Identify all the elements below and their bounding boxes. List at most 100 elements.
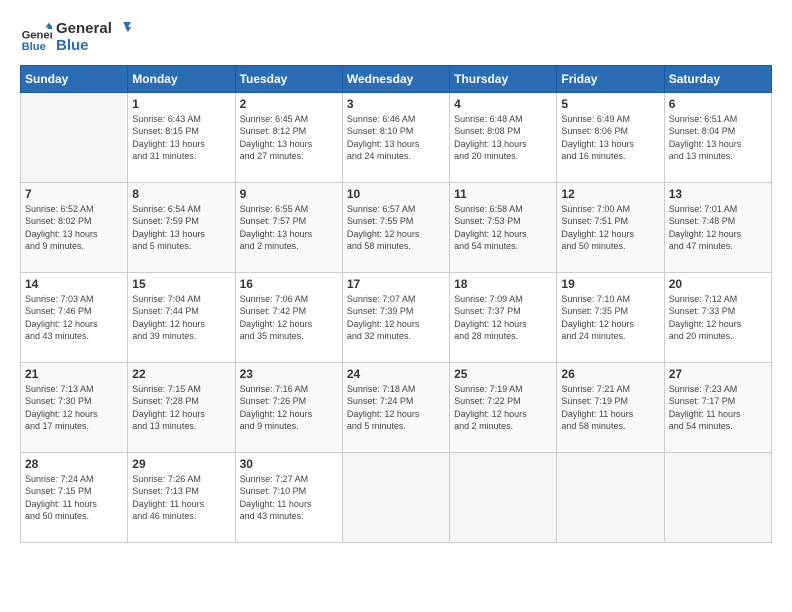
day-info: Sunrise: 6:48 AM Sunset: 8:08 PM Dayligh…: [454, 113, 552, 163]
calendar-cell: 23Sunrise: 7:16 AM Sunset: 7:26 PM Dayli…: [235, 362, 342, 452]
day-number: 23: [240, 367, 338, 381]
day-number: 20: [669, 277, 767, 291]
calendar-cell: 12 Sunrise: 7:00 AM Sunset: 7:51 PM Dayli…: [557, 182, 664, 272]
day-info: Sunrise: 7:04 AM Sunset: 7:44 PM Dayligh…: [132, 293, 230, 343]
day-info: Sunrise: 6:51 AM Sunset: 8:04 PM Dayligh…: [669, 113, 767, 163]
weekday-header-saturday: Saturday: [664, 65, 771, 92]
day-number: 28: [25, 457, 123, 471]
day-info: Sunrise: 6:45 AM Sunset: 8:12 PM Dayligh…: [240, 113, 338, 163]
weekday-header-thursday: Thursday: [450, 65, 557, 92]
calendar-cell: [557, 452, 664, 542]
day-number: 1: [132, 97, 230, 111]
day-info: Sunrise: 7:26 AM Sunset: 7:13 PM Dayligh…: [132, 473, 230, 523]
svg-text:Blue: Blue: [22, 41, 46, 53]
calendar-cell: 7Sunrise: 6:52 AM Sunset: 8:02 PM Daylig…: [21, 182, 128, 272]
calendar-cell: 1 Sunrise: 6:43 AM Sunset: 8:15 PM Daylig…: [128, 92, 235, 182]
calendar-cell: 22 Sunrise: 7:15 AM Sunset: 7:28 PM Dayli…: [128, 362, 235, 452]
day-info: Sunrise: 6:46 AM Sunset: 8:10 PM Dayligh…: [347, 113, 445, 163]
calendar-cell: 8Sunrise: 6:54 AM Sunset: 7:59 PM Daylig…: [128, 182, 235, 272]
calendar-week-5: 28 Sunrise: 7:24 AM Sunset: 7:15 PM Dayli…: [21, 452, 772, 542]
day-info: Sunrise: 6:57 AM Sunset: 7:55 PM Dayligh…: [347, 203, 445, 253]
day-info: Sunrise: 7:01 AM Sunset: 7:48 PM Dayligh…: [669, 203, 767, 253]
day-number: 25: [454, 367, 552, 381]
day-info: Sunrise: 6:49 AM Sunset: 8:06 PM Dayligh…: [561, 113, 659, 163]
calendar-cell: 13 Sunrise: 7:01 AM Sunset: 7:48 PM Dayli…: [664, 182, 771, 272]
svg-text:General: General: [22, 30, 52, 42]
calendar-cell: [664, 452, 771, 542]
weekday-header-monday: Monday: [128, 65, 235, 92]
day-number: 21: [25, 367, 123, 381]
calendar-cell: 3 Sunrise: 6:46 AM Sunset: 8:10 PM Daylig…: [342, 92, 449, 182]
day-number: 24: [347, 367, 445, 381]
day-number: 22: [132, 367, 230, 381]
calendar-cell: 16 Sunrise: 7:06 AM Sunset: 7:42 PM Dayli…: [235, 272, 342, 362]
calendar-cell: 28 Sunrise: 7:24 AM Sunset: 7:15 PM Dayli…: [21, 452, 128, 542]
calendar-cell: 29 Sunrise: 7:26 AM Sunset: 7:13 PM Dayli…: [128, 452, 235, 542]
calendar-cell: 15 Sunrise: 7:04 AM Sunset: 7:44 PM Dayli…: [128, 272, 235, 362]
day-number: 16: [240, 277, 338, 291]
day-info: Sunrise: 7:09 AM Sunset: 7:37 PM Dayligh…: [454, 293, 552, 343]
calendar-cell: 9Sunrise: 6:55 AM Sunset: 7:57 PM Daylig…: [235, 182, 342, 272]
day-info: Sunrise: 7:00 AM Sunset: 7:51 PM Dayligh…: [561, 203, 659, 253]
day-info: Sunrise: 6:58 AM Sunset: 7:53 PM Dayligh…: [454, 203, 552, 253]
day-number: 3: [347, 97, 445, 111]
day-number: 10: [347, 187, 445, 201]
day-number: 15: [132, 277, 230, 291]
calendar-cell: 4 Sunrise: 6:48 AM Sunset: 8:08 PM Daylig…: [450, 92, 557, 182]
calendar-cell: 25 Sunrise: 7:19 AM Sunset: 7:22 PM Dayli…: [450, 362, 557, 452]
day-info: Sunrise: 7:12 AM Sunset: 7:33 PM Dayligh…: [669, 293, 767, 343]
calendar-week-1: 1 Sunrise: 6:43 AM Sunset: 8:15 PM Daylig…: [21, 92, 772, 182]
day-number: 13: [669, 187, 767, 201]
day-info: Sunrise: 7:13 AM Sunset: 7:30 PM Dayligh…: [25, 383, 123, 433]
calendar-week-4: 21 Sunrise: 7:13 AM Sunset: 7:30 PM Dayli…: [21, 362, 772, 452]
calendar-cell: [450, 452, 557, 542]
day-number: 4: [454, 97, 552, 111]
weekday-header-sunday: Sunday: [21, 65, 128, 92]
day-info: Sunrise: 7:23 AM Sunset: 7:17 PM Dayligh…: [669, 383, 767, 433]
calendar-cell: 24 Sunrise: 7:18 AM Sunset: 7:24 PM Dayli…: [342, 362, 449, 452]
calendar-cell: 30 Sunrise: 7:27 AM Sunset: 7:10 PM Dayli…: [235, 452, 342, 542]
day-number: 27: [669, 367, 767, 381]
day-number: 2: [240, 97, 338, 111]
calendar-cell: 5Sunrise: 6:49 AM Sunset: 8:06 PM Daylig…: [557, 92, 664, 182]
calendar-cell: [21, 92, 128, 182]
calendar-cell: 11 Sunrise: 6:58 AM Sunset: 7:53 PM Dayli…: [450, 182, 557, 272]
day-number: 29: [132, 457, 230, 471]
logo-icon: General Blue: [20, 21, 52, 53]
calendar-cell: 18 Sunrise: 7:09 AM Sunset: 7:37 PM Dayli…: [450, 272, 557, 362]
calendar-cell: [342, 452, 449, 542]
calendar-week-3: 14Sunrise: 7:03 AM Sunset: 7:46 PM Dayli…: [21, 272, 772, 362]
weekday-header-tuesday: Tuesday: [235, 65, 342, 92]
weekday-header-wednesday: Wednesday: [342, 65, 449, 92]
day-info: Sunrise: 7:07 AM Sunset: 7:39 PM Dayligh…: [347, 293, 445, 343]
day-info: Sunrise: 7:21 AM Sunset: 7:19 PM Dayligh…: [561, 383, 659, 433]
calendar-cell: 14Sunrise: 7:03 AM Sunset: 7:46 PM Dayli…: [21, 272, 128, 362]
day-info: Sunrise: 7:15 AM Sunset: 7:28 PM Dayligh…: [132, 383, 230, 433]
logo-text: General: [56, 20, 132, 38]
day-number: 18: [454, 277, 552, 291]
day-info: Sunrise: 7:06 AM Sunset: 7:42 PM Dayligh…: [240, 293, 338, 343]
day-number: 19: [561, 277, 659, 291]
day-info: Sunrise: 7:27 AM Sunset: 7:10 PM Dayligh…: [240, 473, 338, 523]
weekday-header-friday: Friday: [557, 65, 664, 92]
day-number: 30: [240, 457, 338, 471]
logo-blue-text: Blue: [56, 38, 132, 55]
calendar-cell: 20 Sunrise: 7:12 AM Sunset: 7:33 PM Dayli…: [664, 272, 771, 362]
day-info: Sunrise: 6:43 AM Sunset: 8:15 PM Dayligh…: [132, 113, 230, 163]
calendar-cell: 27 Sunrise: 7:23 AM Sunset: 7:17 PM Dayli…: [664, 362, 771, 452]
day-info: Sunrise: 7:18 AM Sunset: 7:24 PM Dayligh…: [347, 383, 445, 433]
day-number: 7: [25, 187, 123, 201]
day-info: Sunrise: 7:19 AM Sunset: 7:22 PM Dayligh…: [454, 383, 552, 433]
page-header: General Blue General Blue: [20, 20, 772, 55]
day-number: 17: [347, 277, 445, 291]
day-number: 14: [25, 277, 123, 291]
calendar-cell: 19Sunrise: 7:10 AM Sunset: 7:35 PM Dayli…: [557, 272, 664, 362]
calendar-cell: 6Sunrise: 6:51 AM Sunset: 8:04 PM Daylig…: [664, 92, 771, 182]
day-info: Sunrise: 7:24 AM Sunset: 7:15 PM Dayligh…: [25, 473, 123, 523]
calendar-cell: 26Sunrise: 7:21 AM Sunset: 7:19 PM Dayli…: [557, 362, 664, 452]
calendar-cell: 21 Sunrise: 7:13 AM Sunset: 7:30 PM Dayli…: [21, 362, 128, 452]
day-number: 11: [454, 187, 552, 201]
day-number: 9: [240, 187, 338, 201]
day-number: 12: [561, 187, 659, 201]
calendar-cell: 2 Sunrise: 6:45 AM Sunset: 8:12 PM Daylig…: [235, 92, 342, 182]
